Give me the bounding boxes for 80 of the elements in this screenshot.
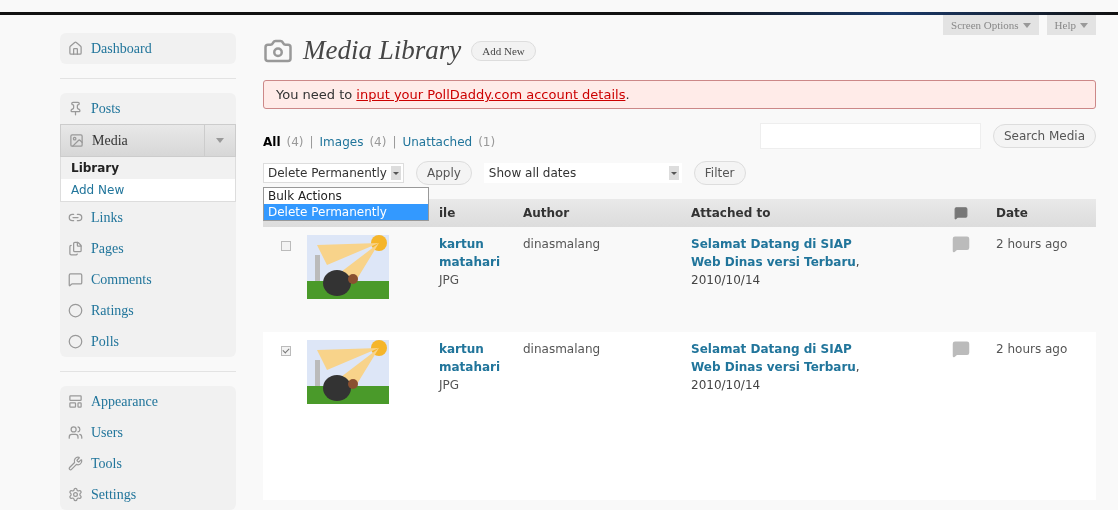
menu-label: Dashboard xyxy=(91,40,153,57)
menu-label: Ratings xyxy=(91,302,135,319)
bulk-actions-select[interactable]: Delete Permanently xyxy=(263,163,404,183)
menu-item[interactable]: Polls xyxy=(60,326,236,357)
menu-item[interactable]: Posts xyxy=(60,93,236,124)
menu-label: Appearance xyxy=(91,393,159,410)
caret-icon xyxy=(392,171,399,175)
date-text: 2 hours ago xyxy=(996,341,1069,358)
menu-label: Polls xyxy=(91,333,120,350)
filter-count: (1) xyxy=(478,135,496,149)
menu-item[interactable]: Pages xyxy=(60,233,236,264)
menu-label: Comments xyxy=(91,271,153,288)
add-new-button[interactable]: Add New xyxy=(471,40,536,61)
separator-text: | xyxy=(392,135,397,149)
comment-icon xyxy=(954,206,968,220)
column-header[interactable]: ile xyxy=(439,199,523,227)
layout-icon xyxy=(68,394,83,409)
menu-item[interactable]: Dashboard xyxy=(60,33,236,64)
apply-button[interactable]: Apply xyxy=(415,161,472,185)
dropdown-option[interactable]: Delete Permanently xyxy=(264,204,428,220)
separator-text: | xyxy=(309,135,314,149)
pages-icon xyxy=(68,241,83,256)
caret-icon xyxy=(216,138,224,143)
circle-icon xyxy=(68,303,83,318)
menu-item[interactable]: Media xyxy=(60,124,236,157)
column-header[interactable]: Attached to xyxy=(691,199,936,227)
wrench-icon xyxy=(68,456,83,471)
attached-to-text: Selamat Datang di SIAP Web Dinas versi Terbaru, 2010/10/14 xyxy=(691,341,861,394)
column-header[interactable]: Date xyxy=(996,199,1096,227)
filter-link[interactable]: All xyxy=(263,135,281,149)
menu-label: Pages xyxy=(91,240,125,257)
menu-item[interactable]: Users xyxy=(60,417,236,448)
circle-icon xyxy=(68,334,83,349)
caret-icon xyxy=(1080,22,1088,28)
column-header[interactable]: Author xyxy=(523,199,691,227)
menu-item[interactable]: Links xyxy=(60,202,236,233)
filter-link[interactable]: Images xyxy=(319,135,364,149)
pushpin-icon xyxy=(68,101,83,116)
file-type: JPG xyxy=(439,377,461,394)
filter-count: (4) xyxy=(286,135,304,149)
comment-count-icon[interactable] xyxy=(952,235,970,253)
attached-to-text: Selamat Datang di SIAP Web Dinas versi Terbaru, 2010/10/14 xyxy=(691,236,861,289)
file-type: JPG xyxy=(439,272,461,289)
menu-item[interactable]: Tools xyxy=(60,448,236,479)
file-title-link[interactable]: kartun matahari xyxy=(439,235,517,271)
search-media-button[interactable]: Search Media xyxy=(992,124,1096,148)
menu-item[interactable]: Ratings xyxy=(60,295,236,326)
caret-icon xyxy=(670,171,677,175)
submenu-item[interactable]: Library xyxy=(61,157,235,179)
photo-icon xyxy=(69,133,84,148)
notice-text: You need to input your PollDaddy.com account details. xyxy=(276,87,631,102)
dates-select[interactable]: Show all dates xyxy=(483,163,682,183)
menu-item[interactable]: Appearance xyxy=(60,386,236,417)
author-text: dinasmalang xyxy=(523,236,602,253)
menu-label: Tools xyxy=(91,455,123,472)
comment-count-icon[interactable] xyxy=(952,340,970,358)
menu-label: Posts xyxy=(91,100,122,117)
file-title-link[interactable]: kartun matahari xyxy=(439,340,517,376)
menu-label: Media xyxy=(92,132,129,149)
menu-label: Users xyxy=(91,424,124,441)
date-text: 2 hours ago xyxy=(996,236,1069,253)
filter-count: (4) xyxy=(369,135,387,149)
row-checkbox[interactable] xyxy=(281,346,291,356)
page-title: Media Library xyxy=(303,35,462,66)
row-checkbox[interactable] xyxy=(281,241,291,251)
menu-label: Links xyxy=(91,209,124,226)
filter-link[interactable]: Unattached xyxy=(402,135,473,149)
help-tab[interactable]: Help xyxy=(1046,15,1096,35)
author-text: dinasmalang xyxy=(523,341,602,358)
users-icon xyxy=(68,425,83,440)
screen-options-tab[interactable]: Screen Options xyxy=(943,15,1039,35)
house-icon xyxy=(68,41,83,56)
speech-bubble-icon xyxy=(68,272,83,287)
menu-item[interactable]: Comments xyxy=(60,264,236,295)
filter-button[interactable]: Filter xyxy=(693,161,746,185)
menu-label: Settings xyxy=(91,486,138,503)
caret-icon xyxy=(1022,22,1031,28)
gear-icon xyxy=(68,487,83,502)
menu-item[interactable]: Settings xyxy=(60,479,236,510)
account-details-link[interactable]: input your PollDaddy.com account details xyxy=(356,87,626,102)
